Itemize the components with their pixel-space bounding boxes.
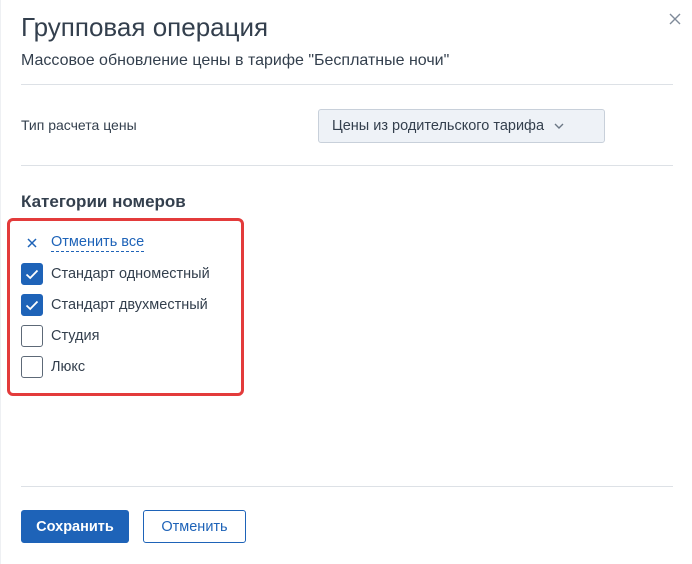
group-operation-dialog: Групповая операция Массовое обновление ц…	[0, 0, 692, 564]
dialog-title: Групповая операция	[21, 12, 269, 42]
x-icon	[21, 233, 43, 253]
checkbox-checked[interactable]	[21, 294, 43, 316]
price-calc-select[interactable]: Цены из родительского тарифа	[318, 109, 605, 143]
category-checkbox-row[interactable]: Стандарт одноместный	[21, 263, 210, 285]
chevron-down-icon	[554, 123, 564, 129]
save-button[interactable]: Сохранить	[21, 510, 129, 543]
divider	[21, 84, 673, 85]
checkbox-unchecked[interactable]	[21, 325, 43, 347]
price-calc-value: Цены из родительского тарифа	[332, 118, 545, 134]
checkmark-icon	[25, 269, 39, 279]
close-icon	[669, 13, 681, 25]
price-calc-label: Тип расчета цены	[21, 117, 137, 133]
category-checkbox-row[interactable]: Студия	[21, 325, 99, 347]
dialog-subtitle: Массовое обновление цены в тарифе "Беспл…	[21, 52, 450, 69]
room-categories-title: Категории номеров	[21, 192, 186, 211]
category-checkbox-row[interactable]: Стандарт двухместный	[21, 294, 208, 316]
category-label: Люкс	[51, 359, 86, 375]
category-label: Студия	[51, 328, 100, 344]
checkmark-icon	[25, 300, 39, 310]
divider	[21, 165, 673, 166]
divider	[21, 486, 673, 487]
category-checkbox-row[interactable]: Люкс	[21, 356, 85, 378]
deselect-all-link[interactable]: Отменить все	[51, 234, 145, 252]
cancel-button[interactable]: Отменить	[143, 510, 246, 543]
category-label: Стандарт двухместный	[51, 297, 208, 313]
checkbox-checked[interactable]	[21, 263, 43, 285]
checkbox-unchecked[interactable]	[21, 356, 43, 378]
deselect-all-button[interactable]: Отменить все	[21, 233, 145, 253]
category-label: Стандарт одноместный	[51, 266, 210, 282]
close-button[interactable]	[665, 9, 685, 29]
